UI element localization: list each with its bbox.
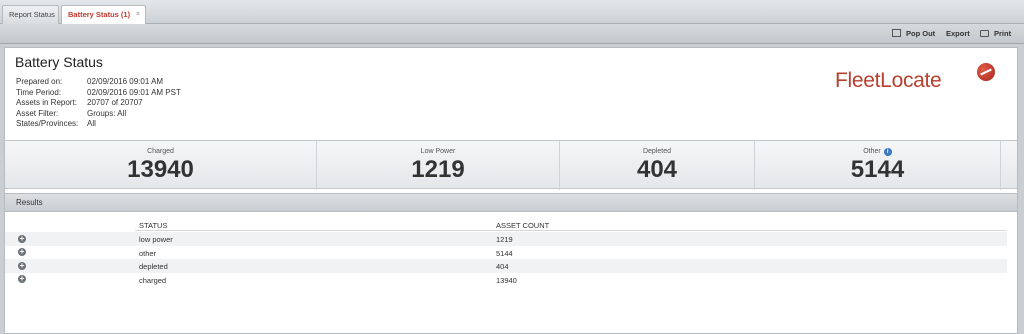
meta-value: 02/09/2016 09:01 AM PST — [87, 87, 181, 97]
stat-label-row: Other i — [755, 148, 1000, 156]
stat-value: 404 — [636, 156, 678, 183]
info-icon[interactable]: i — [883, 148, 892, 156]
close-icon[interactable]: × — [136, 6, 140, 24]
tab-label: Battery Status (1) — [68, 10, 131, 19]
pop-out-icon — [892, 29, 901, 37]
meta-value: All — [87, 119, 96, 128]
printer-icon — [980, 30, 989, 37]
tab-report-status[interactable]: Report Status — [2, 5, 59, 24]
table-row: + depleted 404 — [5, 259, 1007, 273]
tab-bar: Report Status Battery Status (1) × — [0, 0, 1024, 25]
meta-key: Assets in Report: — [16, 98, 77, 107]
cell-count: 404 — [496, 262, 509, 271]
stat-label: Other — [863, 148, 881, 155]
stat-label: Low Power — [420, 148, 456, 155]
pop-out-button[interactable]: Pop Out — [892, 29, 935, 38]
stat-label: Charged — [147, 148, 174, 155]
stat-value: 1219 — [411, 156, 465, 183]
tab-battery-status[interactable]: Battery Status (1) × — [61, 5, 146, 25]
stats-divider — [1001, 141, 1017, 190]
cell-count: 5144 — [496, 248, 513, 258]
meta-value: 02/09/2016 09:01 AM — [87, 77, 164, 86]
stat-label: Depleted — [642, 148, 672, 155]
meta-value: Groups: All — [87, 108, 127, 118]
stat-low-power: Low Power 1219 — [317, 141, 560, 190]
meta-key: Prepared on: — [16, 77, 63, 86]
globe-icon — [977, 63, 995, 81]
cell-status: other — [139, 248, 157, 258]
meta-key: States/Provinces: — [16, 119, 79, 128]
table-row: + low power 1219 — [5, 232, 1007, 246]
summary-stats: Charged 13940 Low Power 1219 Depleted 40… — [5, 140, 1017, 190]
page-title: Battery Status — [15, 54, 103, 70]
report-toolbar: Pop Out Export Print — [0, 24, 1024, 44]
export-label: Export — [946, 29, 970, 38]
meta-key: Time Period: — [16, 87, 62, 97]
expand-icon[interactable]: + — [18, 248, 26, 256]
export-button[interactable]: Export — [946, 29, 970, 38]
results-header: Results — [5, 193, 1017, 212]
expand-icon[interactable]: + — [18, 234, 26, 243]
pop-out-label: Pop Out — [906, 29, 936, 38]
print-label: Print — [994, 29, 1012, 38]
expand-icon[interactable]: + — [18, 261, 26, 270]
stat-value: 5144 — [850, 156, 905, 183]
cell-count: 1219 — [496, 235, 513, 244]
fleetlocate-logo: FleetLocate — [835, 63, 1005, 99]
tab-label: Report Status — [9, 10, 55, 19]
table-row: + other 5144 — [5, 246, 1007, 260]
stat-charged: Charged 13940 — [5, 141, 317, 190]
cell-count: 13940 — [496, 275, 517, 285]
stat-value: 13940 — [127, 156, 194, 183]
cell-status: depleted — [139, 262, 168, 271]
cell-status: low power — [139, 235, 173, 244]
report-panel: Battery Status Prepared on: 02/09/2016 09… — [4, 47, 1018, 334]
stat-depleted: Depleted 404 — [560, 141, 755, 190]
column-header-status[interactable]: STATUS — [139, 221, 167, 230]
column-header-asset-count[interactable]: ASSET COUNT — [496, 221, 549, 230]
stat-other: Other i 5144 — [755, 141, 1001, 190]
table-header: STATUS ASSET COUNT — [135, 218, 1007, 231]
logo-text: FleetLocate — [835, 69, 942, 92]
cell-status: charged — [139, 275, 167, 285]
table-row: + charged 13940 — [5, 273, 1007, 287]
meta-value: 20707 of 20707 — [87, 98, 143, 107]
print-button[interactable]: Print — [980, 29, 1011, 38]
expand-icon[interactable]: + — [18, 275, 26, 283]
meta-key: Asset Filter: — [16, 108, 59, 118]
